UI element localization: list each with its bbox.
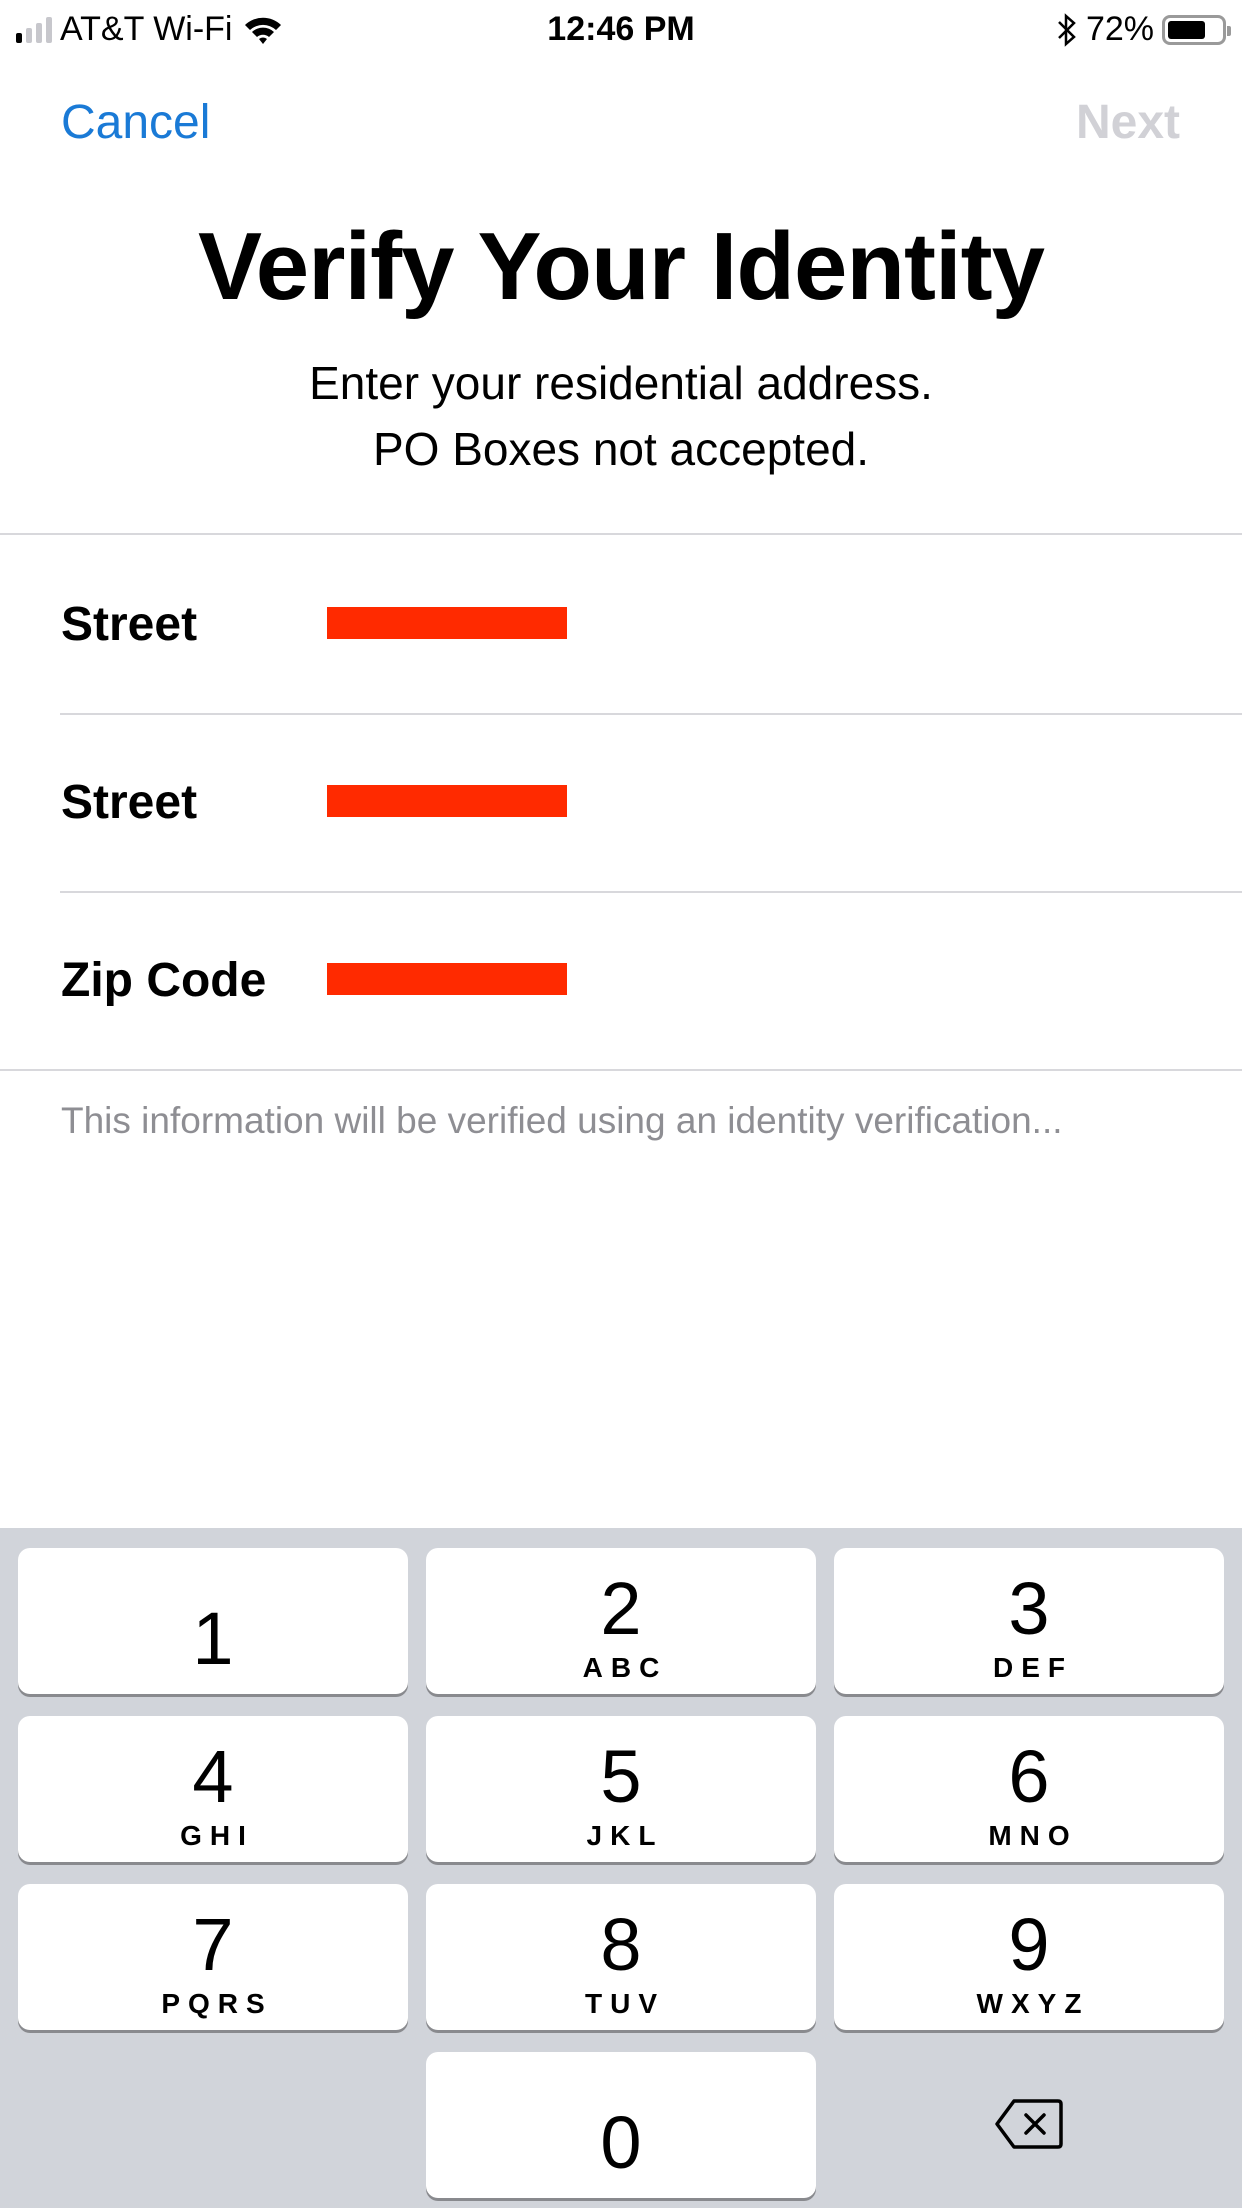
street-field-2-redacted[interactable] [327, 785, 567, 817]
bluetooth-icon [1058, 12, 1076, 47]
key-digit: 9 [1008, 1903, 1050, 1986]
status-bar: AT&T Wi-Fi 12:46 PM 72% [0, 0, 1242, 60]
key-digit: 7 [192, 1903, 234, 1986]
subtitle-line-2: PO Boxes not accepted. [372, 423, 870, 475]
next-button[interactable]: Next [1076, 95, 1180, 150]
key-letters: JKL [586, 1820, 664, 1851]
street-field-redacted[interactable] [327, 607, 567, 639]
key-digit: 2 [600, 1567, 642, 1650]
key-letters: ABC [582, 1652, 668, 1683]
key-3[interactable]: 3 DEF [834, 1548, 1224, 1694]
key-letters: WXYZ [976, 1988, 1090, 2019]
key-digit: 3 [1008, 1567, 1050, 1650]
key-digit: 8 [600, 1903, 642, 1986]
address-form: Street Street Zip Code [0, 533, 1242, 1071]
key-1[interactable]: 1 [18, 1548, 408, 1694]
street-label: Street [61, 598, 198, 651]
street-label: Street [61, 776, 198, 829]
navigation-bar: Cancel Next [0, 95, 1242, 155]
zip-code-row[interactable]: Zip Code [0, 891, 1242, 1069]
key-8[interactable]: 8 TUV [426, 1884, 816, 2030]
key-4[interactable]: 4 GHI [18, 1716, 408, 1862]
delete-key[interactable] [834, 2052, 1224, 2198]
key-5[interactable]: 5 JKL [426, 1716, 816, 1862]
key-digit: 0 [600, 2101, 642, 2184]
key-0[interactable]: 0 [426, 2052, 816, 2198]
key-letters: TUV [585, 1988, 665, 2019]
key-9[interactable]: 9 WXYZ [834, 1884, 1224, 2030]
key-letters: MNO [988, 1820, 1078, 1851]
cancel-button[interactable]: Cancel [61, 95, 210, 150]
key-digit: 4 [192, 1735, 234, 1818]
battery-icon [1162, 14, 1231, 45]
verification-footnote: This information will be verified using … [61, 1100, 1063, 1141]
key-letters: GHI [180, 1820, 254, 1851]
page-title: Verify Your Identity [197, 213, 1045, 320]
key-digit: 6 [1008, 1735, 1050, 1818]
key-letters: DEF [993, 1652, 1073, 1683]
status-right: 72% [1056, 10, 1231, 49]
key-digit: 5 [600, 1735, 642, 1818]
key-digit: 1 [192, 1597, 234, 1680]
zip-code-label: Zip Code [61, 954, 267, 1007]
street-row-1[interactable]: Street [0, 535, 1242, 713]
backspace-icon [995, 2098, 1063, 2149]
key-7[interactable]: 7 PQRS [18, 1884, 408, 2030]
zip-code-field-redacted[interactable] [327, 963, 567, 995]
street-row-2[interactable]: Street [0, 713, 1242, 891]
key-6[interactable]: 6 MNO [834, 1716, 1224, 1862]
key-2[interactable]: 2 ABC [426, 1548, 816, 1694]
battery-percent: 72% [1085, 10, 1154, 48]
numeric-keypad: 1 2 ABC 3 DEF 4 GHI 5 JKL 6 MNO 7 PQRS 8… [0, 1528, 1242, 2208]
page-subtitle: Enter your residential address. PO Boxes… [0, 350, 1242, 482]
key-letters: PQRS [161, 1988, 273, 2019]
subtitle-line-1: Enter your residential address. [309, 357, 933, 409]
